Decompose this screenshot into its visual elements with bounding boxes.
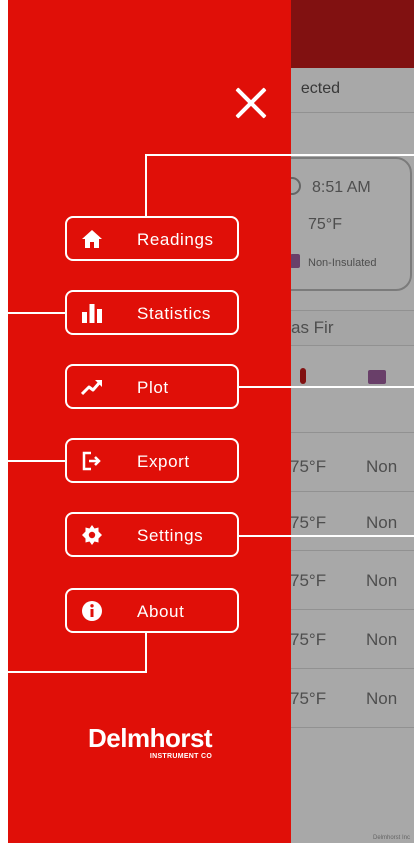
callout-line	[239, 535, 414, 537]
menu-item-statistics[interactable]: Statistics	[65, 290, 239, 335]
home-icon	[82, 230, 102, 248]
menu-item-label: Plot	[137, 378, 169, 397]
navigation-drawer: Readings Statistics Plot Export Settings…	[8, 0, 291, 843]
callout-line	[0, 460, 65, 462]
logo-wordmark: Delmhorst	[88, 723, 213, 753]
menu-item-settings[interactable]: Settings	[65, 512, 239, 557]
info-icon	[82, 601, 102, 621]
menu-item-label: Settings	[137, 526, 204, 545]
menu-item-label: Export	[137, 452, 190, 471]
delmhorst-logo: Delmhorst INSTRUMENT CO	[88, 723, 213, 760]
menu-item-about[interactable]: About	[65, 588, 239, 633]
callout-line	[145, 154, 414, 156]
callout-line	[239, 386, 414, 388]
callout-line	[0, 671, 147, 673]
callout-line	[145, 633, 147, 673]
menu-item-plot[interactable]: Plot	[65, 364, 239, 409]
menu-item-export[interactable]: Export	[65, 438, 239, 483]
left-edge-strip	[0, 0, 8, 843]
callout-line	[0, 312, 65, 314]
menu-item-readings[interactable]: Readings	[65, 216, 239, 261]
logo-tagline: INSTRUMENT CO	[149, 753, 213, 760]
bar-chart-icon	[82, 304, 102, 323]
gear-icon	[82, 525, 102, 545]
callout-line	[145, 154, 147, 216]
trending-up-icon	[81, 380, 102, 396]
close-icon[interactable]	[230, 82, 270, 122]
menu-item-label: Statistics	[137, 304, 212, 323]
export-icon	[82, 451, 101, 471]
menu-item-label: About	[137, 602, 185, 621]
menu-item-label: Readings	[137, 230, 214, 249]
